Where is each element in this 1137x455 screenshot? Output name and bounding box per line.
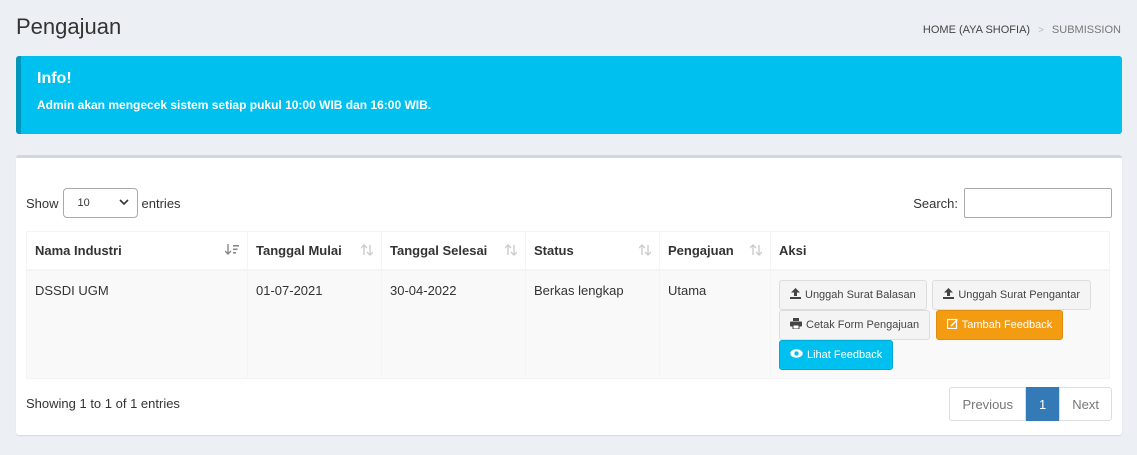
- info-callout: Info! Admin akan mengecek sistem setiap …: [16, 56, 1122, 134]
- table-row: DSSDI UGM 01-07-2021 30-04-2022 Berkas l…: [26, 269, 1110, 379]
- column-header-tanggal-selesai[interactable]: Tanggal Selesai: [381, 231, 526, 271]
- button-label: Cetak Form Pengajuan: [806, 318, 920, 331]
- column-header-label: Pengajuan: [668, 242, 734, 258]
- next-page-button[interactable]: Next: [1059, 387, 1112, 421]
- cell-tanggal-selesai: 30-04-2022: [381, 269, 526, 379]
- search-control: Search:: [913, 188, 1112, 218]
- submission-table: Nama Industri Tanggal Mulai Tanggal Sele…: [26, 231, 1110, 379]
- button-label: Lihat Feedback: [807, 348, 883, 361]
- column-header-nama-industri[interactable]: Nama Industri: [26, 231, 248, 271]
- print-icon: [790, 317, 802, 332]
- upload-icon: [943, 287, 955, 302]
- submission-box: Show 10 entries Search: Nama Industri Ta: [16, 155, 1122, 435]
- column-header-label: Tanggal Selesai: [390, 242, 488, 258]
- eye-icon: [790, 348, 803, 361]
- search-input[interactable]: [964, 188, 1112, 218]
- column-header-aksi: Aksi: [770, 231, 1110, 271]
- search-label: Search:: [913, 195, 958, 211]
- table-header-row: Nama Industri Tanggal Mulai Tanggal Sele…: [26, 231, 1110, 271]
- page-title: Pengajuan: [16, 14, 122, 39]
- unggah-surat-balasan-button[interactable]: Unggah Surat Balasan: [779, 279, 927, 310]
- chevron-down-icon: [118, 198, 129, 209]
- breadcrumb: HOME (AYA SHOFIA) > SUBMISSION: [923, 24, 1121, 36]
- entries-select-value: 10: [77, 197, 90, 209]
- sort-icon: [638, 244, 652, 259]
- upload-icon: [790, 287, 801, 302]
- sort-icon: [749, 244, 763, 259]
- button-label: Tambah Feedback: [961, 318, 1053, 331]
- column-header-label: Nama Industri: [35, 242, 122, 258]
- breadcrumb-home-link[interactable]: HOME (AYA SHOFIA): [923, 24, 1030, 36]
- button-label: Unggah Surat Pengantar: [958, 288, 1081, 301]
- entries-select[interactable]: 10: [62, 188, 138, 218]
- show-label: Show: [26, 195, 59, 211]
- pagination: Previous 1 Next: [949, 387, 1112, 421]
- column-header-label: Tanggal Mulai: [256, 242, 342, 258]
- entries-length-control: Show 10 entries: [26, 188, 181, 218]
- callout-title: Info!: [37, 70, 72, 87]
- page-1-button[interactable]: 1: [1026, 387, 1060, 421]
- sort-icon: [504, 244, 518, 259]
- cell-status: Berkas lengkap: [525, 269, 660, 379]
- lihat-feedback-button[interactable]: Lihat Feedback: [779, 339, 894, 370]
- unggah-surat-pengantar-button[interactable]: Unggah Surat Pengantar: [932, 279, 1092, 310]
- breadcrumb-current: SUBMISSION: [1051, 24, 1121, 36]
- edit-icon: [946, 318, 958, 332]
- previous-page-button[interactable]: Previous: [949, 387, 1027, 421]
- column-header-status[interactable]: Status: [525, 231, 660, 271]
- cell-pengajuan: Utama: [659, 269, 771, 379]
- column-header-tanggal-mulai[interactable]: Tanggal Mulai: [247, 231, 382, 271]
- cell-aksi: Unggah Surat Balasan Unggah Surat Pengan…: [770, 269, 1110, 379]
- column-header-label: Aksi: [779, 242, 807, 258]
- column-header-label: Status: [534, 242, 574, 258]
- table-info: Showing 1 to 1 of 1 entries: [26, 396, 180, 411]
- button-label: Unggah Surat Balasan: [805, 288, 916, 301]
- callout-message: Admin akan mengecek sistem setiap pukul …: [37, 98, 432, 112]
- sort-icon: [360, 244, 374, 259]
- cetak-form-pengajuan-button[interactable]: Cetak Form Pengajuan: [779, 309, 931, 340]
- cell-nama-industri: DSSDI UGM: [26, 269, 248, 379]
- column-header-pengajuan[interactable]: Pengajuan: [659, 231, 771, 271]
- breadcrumb-separator: >: [1038, 24, 1044, 36]
- cell-tanggal-mulai: 01-07-2021: [247, 269, 382, 379]
- tambah-feedback-button[interactable]: Tambah Feedback: [935, 309, 1064, 340]
- entries-label: entries: [141, 195, 181, 211]
- sort-desc-icon: [224, 244, 239, 259]
